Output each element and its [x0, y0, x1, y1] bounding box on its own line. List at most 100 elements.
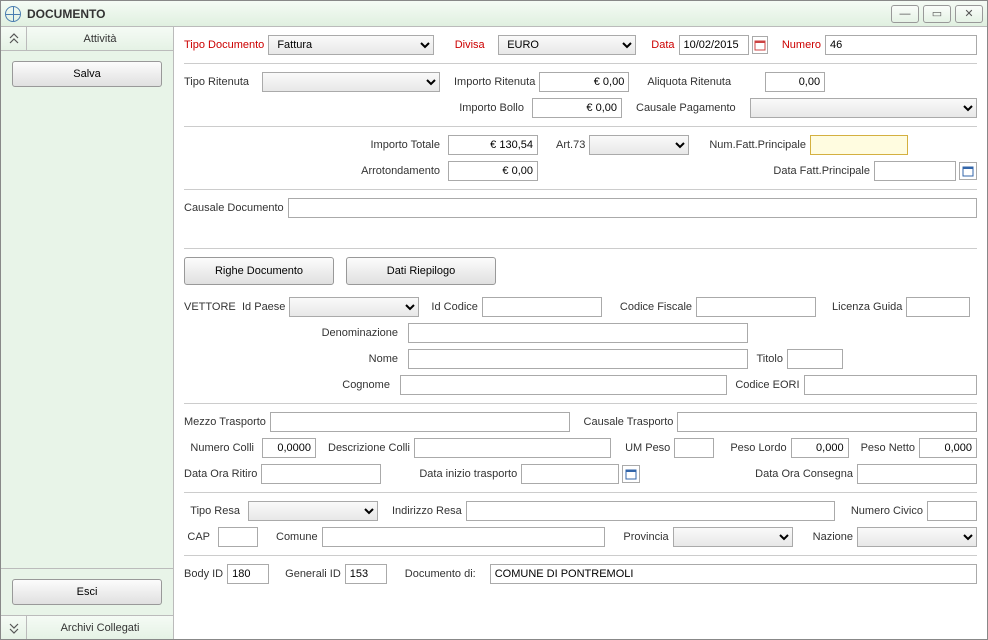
label-codice-eori: Codice EORI: [735, 379, 799, 391]
label-id-codice: Id Codice: [431, 301, 477, 313]
close-button[interactable]: ✕: [955, 5, 983, 23]
sidebar-title-archivi: Archivi Collegati: [27, 622, 173, 634]
nome-input[interactable]: [408, 349, 748, 369]
label-importo-bollo: Importo Bollo: [448, 102, 528, 114]
id-codice-input[interactable]: [482, 297, 602, 317]
label-nome: Nome: [366, 353, 404, 365]
id-paese-select[interactable]: [289, 297, 419, 317]
label-importo-totale: Importo Totale: [364, 139, 444, 151]
numero-civico-input[interactable]: [927, 501, 977, 521]
comune-input[interactable]: [322, 527, 606, 547]
importo-totale-input[interactable]: [448, 135, 538, 155]
body-id-input[interactable]: [227, 564, 269, 584]
data-fatt-principale-input[interactable]: [874, 161, 956, 181]
documento-di-input[interactable]: [490, 564, 977, 584]
label-mezzo-trasporto: Mezzo Trasporto: [184, 416, 266, 428]
label-peso-lordo: Peso Lordo: [730, 442, 786, 454]
sidebar-header-attivita: Attività: [1, 27, 173, 51]
label-generali-id: Generali ID: [285, 568, 341, 580]
data-input[interactable]: [679, 35, 749, 55]
label-codice-fiscale: Codice Fiscale: [620, 301, 692, 313]
numero-input[interactable]: [825, 35, 977, 55]
generali-id-input[interactable]: [345, 564, 387, 584]
label-tipo-ritenuta: Tipo Ritenuta: [184, 76, 258, 88]
esci-button[interactable]: Esci: [12, 579, 162, 605]
calendar-icon[interactable]: [752, 36, 769, 54]
label-arrotondamento: Arrotondamento: [354, 165, 444, 177]
label-causale-trasporto: Causale Trasporto: [584, 416, 674, 428]
tipo-ritenuta-select[interactable]: [262, 72, 440, 92]
titolo-input[interactable]: [787, 349, 843, 369]
calendar-icon[interactable]: [622, 465, 640, 483]
righe-documento-button[interactable]: Righe Documento: [184, 257, 334, 285]
label-documento-di: Documento di:: [405, 568, 476, 580]
denominazione-input[interactable]: [408, 323, 748, 343]
art73-select[interactable]: [589, 135, 689, 155]
tipo-documento-select[interactable]: Fattura: [268, 35, 433, 55]
calendar-icon[interactable]: [959, 162, 977, 180]
numero-colli-input[interactable]: [262, 438, 316, 458]
label-comune: Comune: [276, 531, 318, 543]
importo-bollo-input[interactable]: [532, 98, 622, 118]
expand-icon[interactable]: [1, 616, 27, 639]
label-tipo-documento: Tipo Documento: [184, 39, 264, 51]
label-cognome: Cognome: [340, 379, 396, 391]
peso-lordo-input[interactable]: [791, 438, 849, 458]
tipo-resa-select[interactable]: [248, 501, 378, 521]
provincia-select[interactable]: [673, 527, 793, 547]
label-denominazione: Denominazione: [318, 327, 404, 339]
causale-trasporto-input[interactable]: [677, 412, 977, 432]
maximize-button[interactable]: ▭: [923, 5, 951, 23]
codice-fiscale-input[interactable]: [696, 297, 816, 317]
data-ora-consegna-input[interactable]: [857, 464, 977, 484]
label-titolo: Titolo: [757, 353, 784, 365]
salva-button[interactable]: Salva: [12, 61, 162, 87]
causale-documento-input[interactable]: [288, 198, 977, 218]
codice-eori-input[interactable]: [804, 375, 977, 395]
label-id-paese: Id Paese: [242, 301, 285, 313]
titlebar: DOCUMENTO — ▭ ✕: [1, 1, 987, 27]
data-inizio-trasporto-input[interactable]: [521, 464, 619, 484]
label-body-id: Body ID: [184, 568, 223, 580]
num-fatt-principale-input[interactable]: [810, 135, 908, 155]
label-aliquota-ritenuta: Aliquota Ritenuta: [647, 76, 731, 88]
descrizione-colli-input[interactable]: [414, 438, 611, 458]
label-numero-colli: Numero Colli: [184, 442, 258, 454]
cap-input[interactable]: [218, 527, 258, 547]
data-ora-ritiro-input[interactable]: [261, 464, 381, 484]
label-data-ora-consegna: Data Ora Consegna: [755, 468, 853, 480]
aliquota-ritenuta-input[interactable]: [765, 72, 825, 92]
label-data-fatt-principale: Data Fatt.Principale: [773, 165, 870, 177]
label-licenza-guida: Licenza Guida: [832, 301, 902, 313]
sidebar-title-attivita: Attività: [27, 33, 173, 45]
dati-riepilogo-button[interactable]: Dati Riepilogo: [346, 257, 496, 285]
window-title: DOCUMENTO: [27, 7, 891, 21]
arrotondamento-input[interactable]: [448, 161, 538, 181]
label-descrizione-colli: Descrizione Colli: [328, 442, 410, 454]
label-cap: CAP: [184, 531, 214, 543]
label-data-inizio-trasporto: Data inizio trasporto: [419, 468, 517, 480]
globe-icon: [5, 6, 21, 22]
label-art73: Art.73: [556, 139, 585, 151]
divisa-select[interactable]: EURO: [498, 35, 636, 55]
collapse-icon[interactable]: [1, 27, 27, 50]
minimize-button[interactable]: —: [891, 5, 919, 23]
importo-ritenuta-input[interactable]: [539, 72, 629, 92]
label-causale-documento: Causale Documento: [184, 202, 284, 214]
peso-netto-input[interactable]: [919, 438, 977, 458]
label-peso-netto: Peso Netto: [861, 442, 915, 454]
nazione-select[interactable]: [857, 527, 977, 547]
main-form: Tipo Documento Fattura Divisa EURO Data …: [174, 27, 987, 639]
label-causale-pagamento: Causale Pagamento: [636, 102, 736, 114]
label-tipo-resa: Tipo Resa: [184, 505, 244, 517]
label-data-ora-ritiro: Data Ora Ritiro: [184, 468, 257, 480]
causale-pagamento-select[interactable]: [750, 98, 977, 118]
label-vettore: VETTORE: [184, 301, 238, 313]
sidebar: Attività Salva Esci Archivi Collegati: [1, 27, 174, 639]
cognome-input[interactable]: [400, 375, 727, 395]
um-peso-input[interactable]: [674, 438, 714, 458]
licenza-guida-input[interactable]: [906, 297, 970, 317]
indirizzo-resa-input[interactable]: [466, 501, 835, 521]
mezzo-trasporto-input[interactable]: [270, 412, 570, 432]
label-divisa: Divisa: [455, 39, 485, 51]
